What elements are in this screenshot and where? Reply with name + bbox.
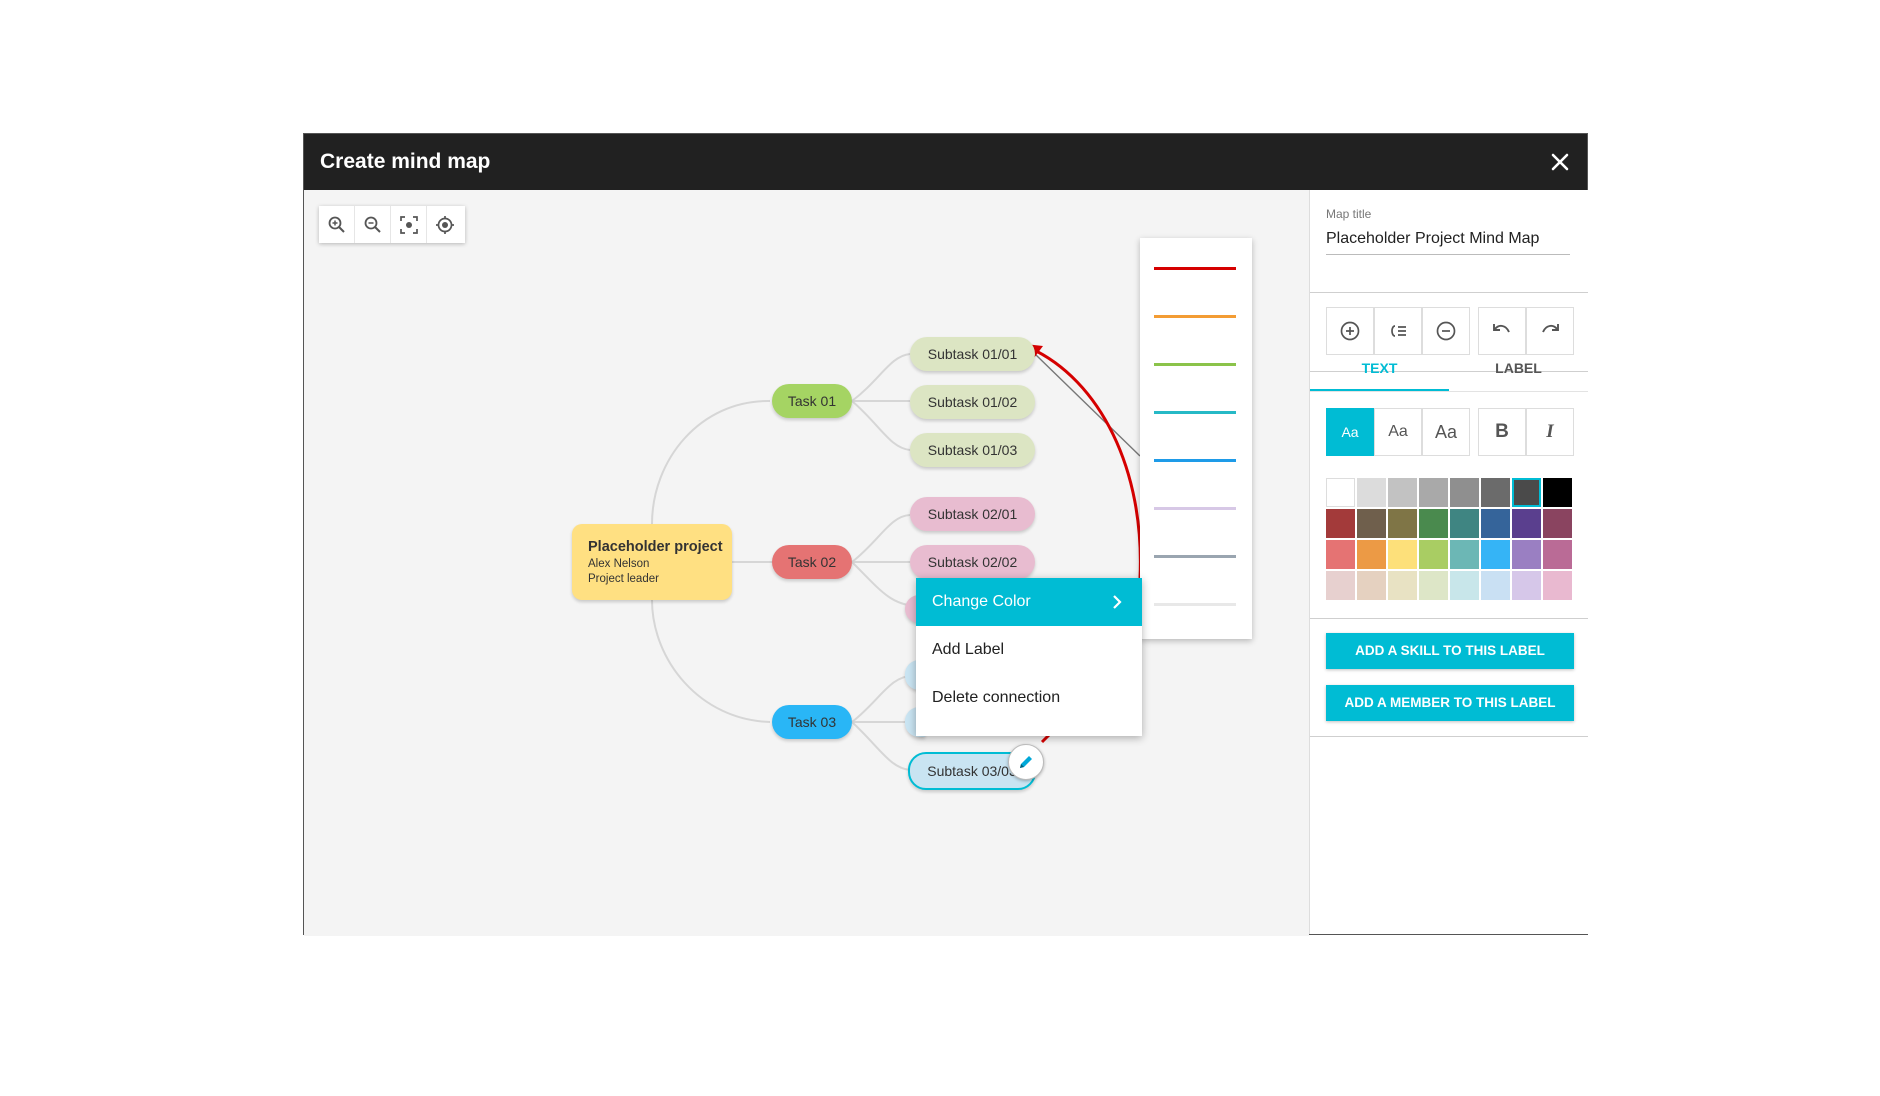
leader-line [1034,353,1141,457]
line-color-option[interactable] [1154,507,1236,510]
subtask-node[interactable]: Subtask 01/01 [910,337,1035,371]
edge-task02-sub0203[interactable] [851,561,916,607]
subtask-node[interactable]: Subtask 02/01 [910,497,1035,531]
menu-item-change-color[interactable]: Change Color [916,578,1142,626]
selected-connection[interactable] [1029,346,1142,579]
subtask-node[interactable]: Subtask 01/03 [910,433,1035,467]
edge-task01-sub0103[interactable] [851,400,911,451]
edge-task01-sub0101[interactable] [851,353,911,402]
line-color-option[interactable] [1154,267,1236,270]
subtask-node[interactable]: Subtask 01/02 [910,385,1035,419]
menu-item-delete-connection[interactable]: Delete connection [916,674,1142,722]
line-color-option[interactable] [1154,411,1236,414]
menu-item-label: Change Color [932,593,1031,610]
pencil-icon [1020,756,1032,768]
root-node-owner: Alex Nelson [588,558,650,570]
task-node[interactable]: Task 01 [772,384,852,418]
root-node-role: Project leader [588,573,659,585]
edit-connection-button[interactable] [1008,744,1044,780]
edge-task03-sub0303[interactable] [851,721,911,771]
edge-root-task01[interactable] [651,399,771,525]
edge-task02-sub0201[interactable] [851,514,911,563]
root-node[interactable]: Placeholder project Alex Nelson Project … [572,524,732,600]
line-color-option[interactable] [1154,363,1236,366]
line-color-option[interactable] [1154,603,1236,606]
line-color-option[interactable] [1154,315,1236,318]
edge-root-task03[interactable] [651,599,771,723]
task-node[interactable]: Task 02 [772,545,852,579]
line-color-option[interactable] [1154,459,1236,462]
line-color-option[interactable] [1154,555,1236,558]
task-node[interactable]: Task 03 [772,705,852,739]
line-color-picker [1140,238,1252,639]
menu-item-add-label[interactable]: Add Label [916,626,1142,674]
root-node-title: Placeholder project [588,539,723,555]
subtask-node[interactable]: Subtask 02/02 [910,545,1035,579]
context-menu: Change Color Add Label Delete connection [916,578,1142,736]
chevron-right-icon [1113,595,1122,609]
edge-task03-sub0301[interactable] [851,675,913,723]
